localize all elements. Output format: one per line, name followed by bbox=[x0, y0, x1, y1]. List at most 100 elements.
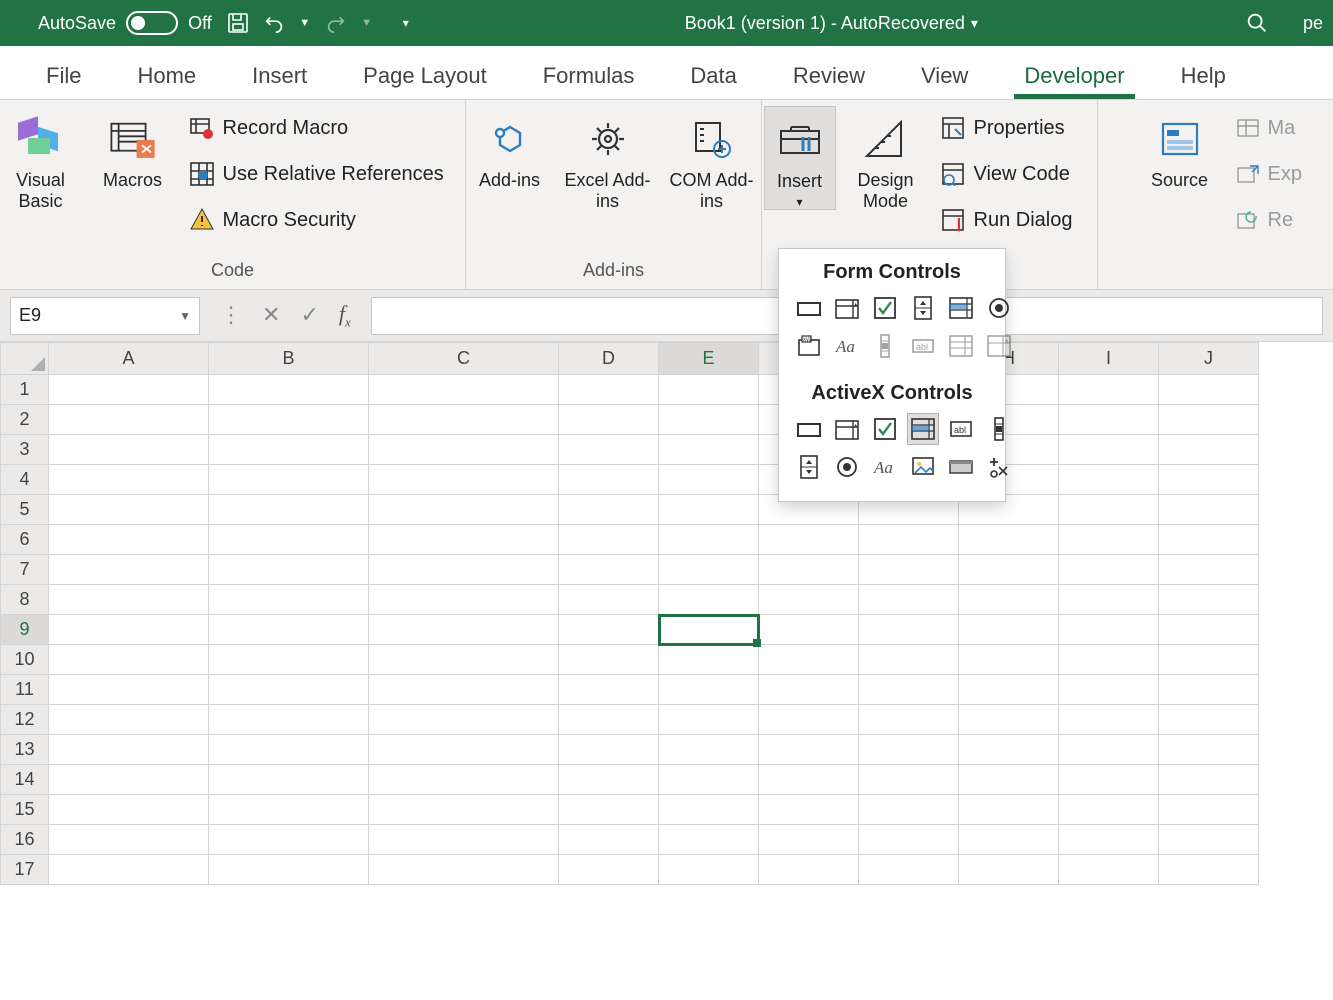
cell[interactable] bbox=[1159, 765, 1259, 795]
cell[interactable] bbox=[1159, 795, 1259, 825]
cell[interactable] bbox=[1159, 435, 1259, 465]
activex-control-scroll-bar-icon[interactable] bbox=[983, 413, 1015, 445]
tab-review[interactable]: Review bbox=[765, 63, 893, 99]
cell[interactable] bbox=[369, 855, 559, 885]
chevron-down-icon[interactable]: ▾ bbox=[971, 15, 978, 32]
cell[interactable] bbox=[959, 855, 1059, 885]
autosave-toggle[interactable]: AutoSave Off bbox=[38, 11, 212, 35]
cell[interactable] bbox=[1159, 585, 1259, 615]
cell[interactable] bbox=[659, 435, 759, 465]
cell[interactable] bbox=[49, 375, 209, 405]
cell[interactable] bbox=[859, 585, 959, 615]
chevron-down-icon[interactable]: ▼ bbox=[298, 11, 312, 35]
row-header[interactable]: 9 bbox=[1, 615, 49, 645]
cell[interactable] bbox=[759, 765, 859, 795]
activex-control-option-button-icon[interactable] bbox=[831, 451, 863, 483]
com-addins-button[interactable]: COM Add-ins bbox=[666, 106, 758, 211]
cell[interactable] bbox=[959, 675, 1059, 705]
cell[interactable] bbox=[1159, 615, 1259, 645]
column-header[interactable]: D bbox=[559, 343, 659, 375]
cell[interactable] bbox=[49, 585, 209, 615]
cell[interactable] bbox=[369, 465, 559, 495]
tab-insert[interactable]: Insert bbox=[224, 63, 335, 99]
cell[interactable] bbox=[49, 735, 209, 765]
activex-control-list-box-icon[interactable] bbox=[907, 413, 939, 445]
cell[interactable] bbox=[659, 795, 759, 825]
cell[interactable] bbox=[1159, 405, 1259, 435]
column-header[interactable]: J bbox=[1159, 343, 1259, 375]
cell[interactable] bbox=[659, 855, 759, 885]
cell[interactable] bbox=[1059, 855, 1159, 885]
cell[interactable] bbox=[209, 795, 369, 825]
cell[interactable] bbox=[49, 825, 209, 855]
cell[interactable] bbox=[209, 465, 369, 495]
form-control-button-icon[interactable] bbox=[793, 292, 825, 324]
row-header[interactable]: 13 bbox=[1, 735, 49, 765]
cell[interactable] bbox=[659, 825, 759, 855]
cell[interactable] bbox=[209, 735, 369, 765]
cell[interactable] bbox=[1059, 405, 1159, 435]
cell[interactable] bbox=[1059, 555, 1159, 585]
cell[interactable] bbox=[209, 765, 369, 795]
activex-control-toggle-button-icon[interactable] bbox=[945, 451, 977, 483]
cell[interactable] bbox=[1159, 705, 1259, 735]
record-macro-button[interactable]: Record Macro bbox=[185, 110, 465, 146]
cell[interactable] bbox=[959, 705, 1059, 735]
row-header[interactable]: 12 bbox=[1, 705, 49, 735]
cell[interactable] bbox=[959, 825, 1059, 855]
cell[interactable] bbox=[559, 675, 659, 705]
cell[interactable] bbox=[49, 465, 209, 495]
cell[interactable] bbox=[209, 555, 369, 585]
customize-qat-icon[interactable]: ▾ bbox=[394, 11, 418, 35]
cell[interactable] bbox=[1059, 375, 1159, 405]
cell[interactable] bbox=[559, 795, 659, 825]
row-header[interactable]: 1 bbox=[1, 375, 49, 405]
cell[interactable] bbox=[369, 765, 559, 795]
cell[interactable] bbox=[959, 795, 1059, 825]
cell[interactable] bbox=[759, 585, 859, 615]
cell[interactable] bbox=[209, 435, 369, 465]
cell[interactable] bbox=[1059, 705, 1159, 735]
cell[interactable] bbox=[1159, 555, 1259, 585]
cell[interactable] bbox=[659, 555, 759, 585]
form-control-group-box-icon[interactable]: xyz bbox=[793, 330, 825, 362]
expansion-packs-button[interactable]: Exp bbox=[1232, 156, 1292, 192]
refresh-data-button[interactable]: Re bbox=[1232, 202, 1292, 238]
cell[interactable] bbox=[859, 795, 959, 825]
cell[interactable] bbox=[369, 585, 559, 615]
cell[interactable] bbox=[209, 525, 369, 555]
cell[interactable] bbox=[659, 615, 759, 645]
cell[interactable] bbox=[759, 675, 859, 705]
cell[interactable] bbox=[659, 405, 759, 435]
cell[interactable] bbox=[1159, 675, 1259, 705]
insert-controls-button[interactable]: Insert ▾ bbox=[764, 106, 836, 210]
tab-developer[interactable]: Developer bbox=[996, 63, 1152, 99]
cell[interactable] bbox=[1059, 765, 1159, 795]
activex-control-command-button-icon[interactable] bbox=[793, 413, 825, 445]
activex-control-spin-button-icon[interactable] bbox=[793, 451, 825, 483]
properties-button[interactable]: Properties bbox=[936, 110, 1096, 146]
tab-view[interactable]: View bbox=[893, 63, 996, 99]
cell[interactable] bbox=[859, 555, 959, 585]
cell[interactable] bbox=[1059, 615, 1159, 645]
cell[interactable] bbox=[859, 855, 959, 885]
source-button[interactable]: Source bbox=[1140, 106, 1220, 191]
cell[interactable] bbox=[369, 525, 559, 555]
cell[interactable] bbox=[559, 645, 659, 675]
cell[interactable] bbox=[859, 615, 959, 645]
cell[interactable] bbox=[209, 705, 369, 735]
cell[interactable] bbox=[1059, 495, 1159, 525]
chevron-down-icon[interactable]: ▼ bbox=[179, 309, 191, 323]
cell[interactable] bbox=[209, 375, 369, 405]
cell[interactable] bbox=[659, 765, 759, 795]
activex-control-image-icon[interactable] bbox=[907, 451, 939, 483]
cell[interactable] bbox=[759, 645, 859, 675]
cell[interactable] bbox=[49, 765, 209, 795]
cell[interactable] bbox=[659, 525, 759, 555]
cell[interactable] bbox=[1159, 735, 1259, 765]
cell[interactable] bbox=[959, 765, 1059, 795]
select-all-corner[interactable] bbox=[1, 343, 49, 375]
cell[interactable] bbox=[1159, 855, 1259, 885]
cell[interactable] bbox=[1159, 525, 1259, 555]
cell[interactable] bbox=[759, 555, 859, 585]
